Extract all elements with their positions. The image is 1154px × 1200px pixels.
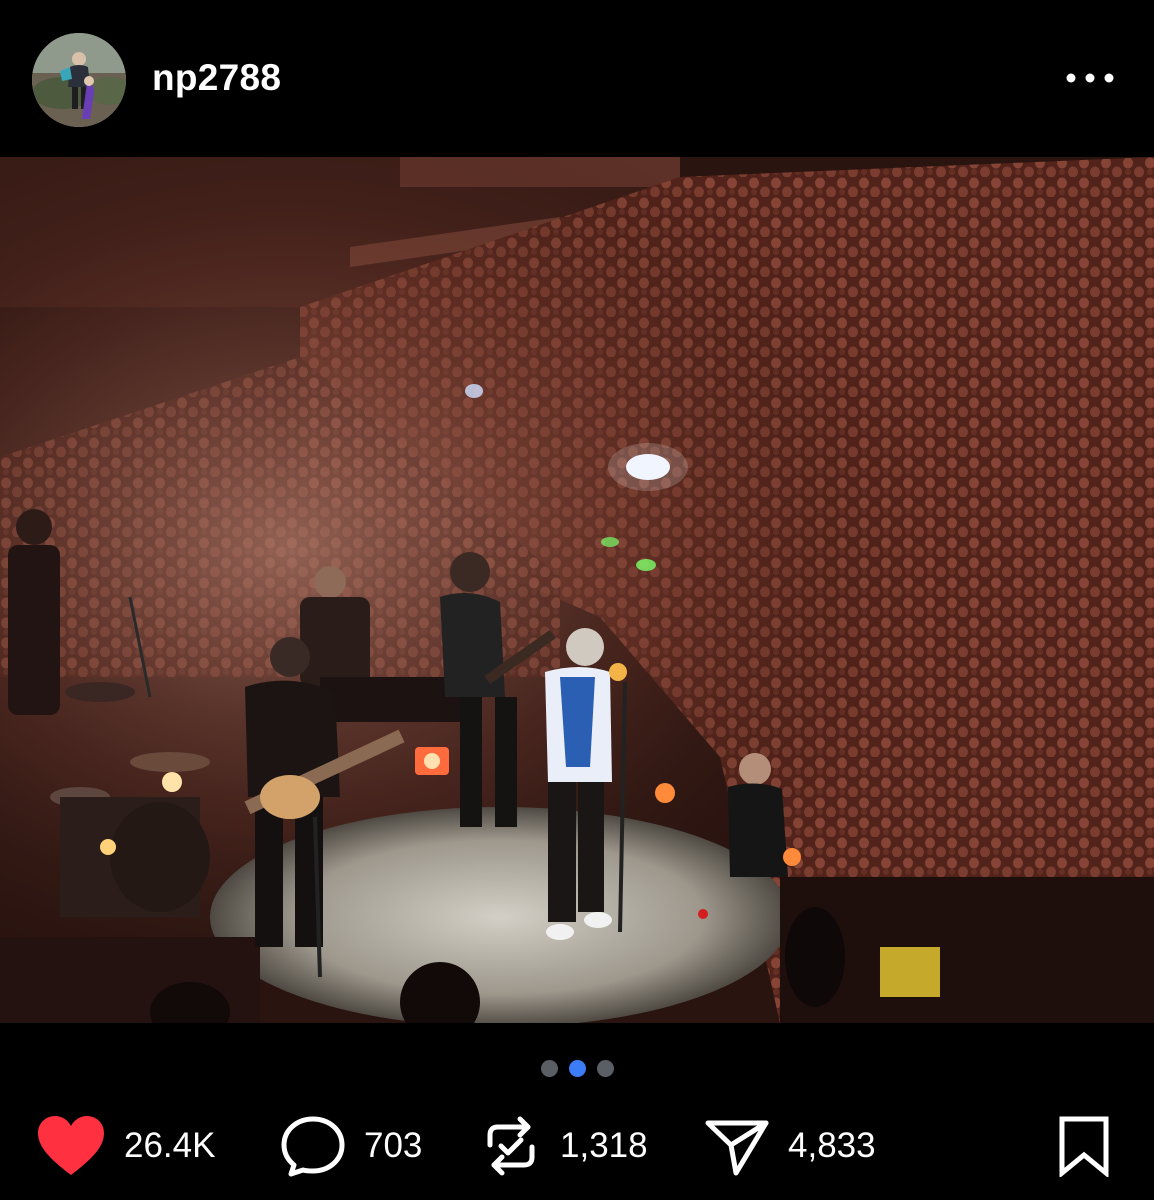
repost-count: 1,318	[560, 1126, 648, 1165]
share-count: 4,833	[788, 1126, 876, 1165]
bookmark-icon	[1059, 1116, 1109, 1177]
action-bar: 26.4K 703 1,318 4,833	[0, 1110, 1154, 1182]
heart-icon	[38, 1116, 104, 1175]
carousel-dot[interactable]	[540, 1059, 558, 1077]
save-button[interactable]	[1056, 1110, 1112, 1182]
avatar-image	[32, 33, 126, 127]
repost-button[interactable]: 1,318	[482, 1110, 648, 1182]
post-view: np2788 26.4K 703 1,318 4,833	[0, 0, 1154, 1200]
more-horizontal-icon	[1066, 73, 1114, 83]
comment-bubble-icon	[281, 1116, 345, 1177]
more-options-button[interactable]	[1060, 60, 1120, 96]
comment-button[interactable]: 703	[280, 1110, 422, 1182]
avatar[interactable]	[32, 33, 126, 127]
carousel-dot-active[interactable]	[568, 1059, 586, 1077]
carousel-indicator	[0, 1058, 1154, 1078]
username[interactable]: np2788	[152, 56, 281, 100]
like-count: 26.4K	[124, 1126, 216, 1165]
repost-icon	[487, 1116, 535, 1176]
comment-count: 703	[364, 1126, 423, 1165]
post-photo[interactable]	[0, 157, 1154, 1023]
carousel-dot[interactable]	[596, 1059, 614, 1077]
post-header: np2788	[0, 0, 1154, 157]
send-icon	[705, 1120, 769, 1176]
share-button[interactable]: 4,833	[704, 1110, 876, 1182]
like-button[interactable]: 26.4K	[36, 1110, 215, 1182]
concert-photo	[0, 157, 1154, 1023]
